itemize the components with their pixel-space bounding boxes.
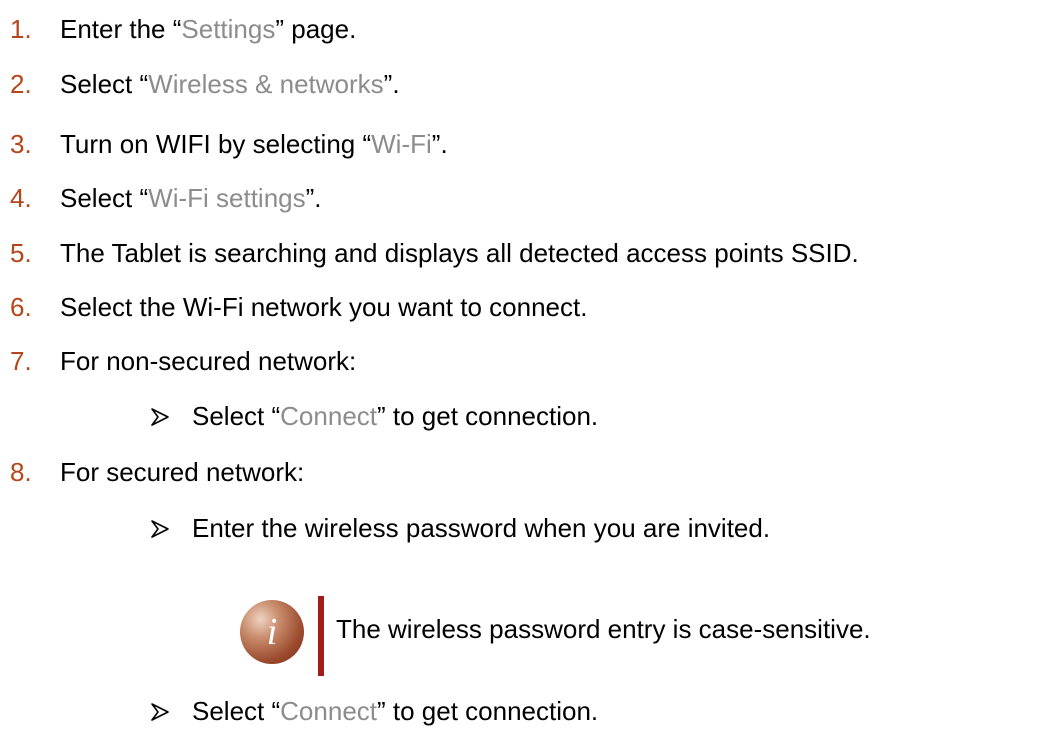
- step-number: 2.: [10, 69, 32, 99]
- step-text-start: Select “: [60, 69, 149, 99]
- step-number: 4.: [10, 183, 32, 213]
- step-text: The Tablet is searching and displays all…: [60, 238, 859, 268]
- sub-item-text: Select “Connect” to get connection.: [192, 694, 598, 728]
- step-text: Select “Wi-Fi settings”.: [60, 181, 322, 215]
- arrowhead-bullet-icon: [151, 703, 169, 721]
- arrowhead-bullet-icon: [151, 520, 169, 538]
- step-text: For secured network:: [60, 457, 305, 487]
- instruction-document: 1. Enter the “Settings” page. 2. Select …: [0, 0, 1050, 729]
- step-text: Select the Wi-Fi network you want to con…: [60, 292, 588, 322]
- step-text: Select “Wireless & networks”.: [60, 67, 400, 101]
- step-text-end: ” page.: [275, 14, 357, 44]
- arrowhead-bullet-icon: [151, 408, 169, 426]
- ui-term-connect: Connect: [280, 696, 377, 726]
- step-text: For non-secured network:: [60, 346, 357, 376]
- step-number: 7.: [10, 346, 32, 376]
- step-text-start: Turn on WIFI by selecting “: [60, 129, 372, 159]
- step-number: 6.: [10, 292, 32, 322]
- sub-text-end: ” to get connection.: [377, 696, 599, 726]
- step-text-start: Enter the “: [60, 14, 182, 44]
- step-text: Enter the “Settings” page.: [60, 12, 356, 46]
- step-text-end: ”.: [383, 69, 400, 99]
- step-text-end: ”.: [305, 183, 322, 213]
- note-callout: i The wireless password entry is case-se…: [240, 596, 1000, 676]
- sub-item-text: Select “Connect” to get connection.: [192, 399, 598, 433]
- sub-item-text: Enter the wireless password when you are…: [192, 513, 771, 543]
- note-divider: [318, 596, 324, 676]
- sub-text-end: ” to get connection.: [377, 401, 599, 431]
- ui-term-wireless-networks: Wireless & networks: [148, 69, 384, 99]
- note-text: The wireless password entry is case-sens…: [336, 614, 871, 644]
- step-number: 5.: [10, 238, 32, 268]
- sub-text-start: Select “: [192, 696, 281, 726]
- step-text-start: Select “: [60, 183, 149, 213]
- ui-term-connect: Connect: [280, 401, 377, 431]
- step-text-end: ”.: [431, 129, 448, 159]
- step-text: Turn on WIFI by selecting “Wi-Fi”.: [60, 127, 448, 161]
- step-number: 8.: [10, 457, 32, 487]
- sub-text-start: Select “: [192, 401, 281, 431]
- ui-term-wifi-settings: Wi-Fi settings: [148, 183, 306, 213]
- ui-term-settings: Settings: [181, 14, 276, 44]
- info-icon: i: [240, 600, 304, 664]
- step-number: 1.: [10, 14, 32, 44]
- step-number: 3.: [10, 129, 32, 159]
- ui-term-wifi: Wi-Fi: [371, 129, 432, 159]
